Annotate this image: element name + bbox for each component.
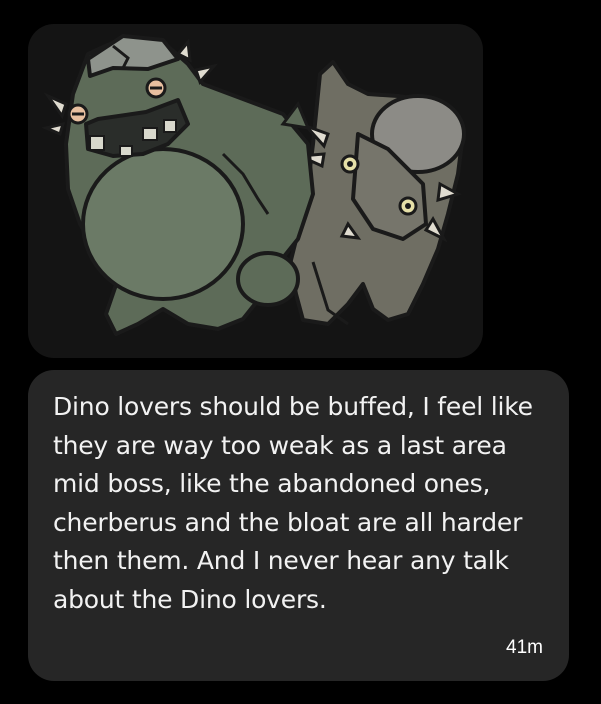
dino-lovers-image [41,34,466,336]
message-timestamp: 41m [506,637,543,658]
right-creature-illustration [288,60,466,326]
message-text: Dino lovers should be buffed, I feel lik… [53,392,533,614]
image-message-bubble[interactable] [28,24,483,358]
left-creature-illustration [41,34,315,336]
text-message-bubble[interactable]: Dino lovers should be buffed, I feel lik… [28,370,569,681]
